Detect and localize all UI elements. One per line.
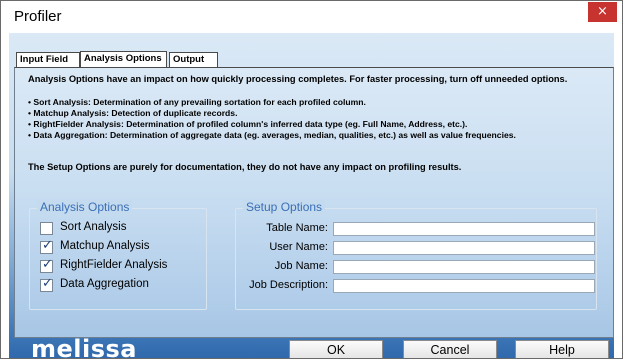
table-name-label: Table Name: [266, 222, 328, 234]
sort-analysis-checkbox[interactable] [40, 222, 53, 235]
analysis-options-group: Analysis Options Sort Analysis ✓ Matchup… [29, 200, 207, 310]
checkbox-label: RightFielder Analysis [60, 259, 168, 271]
setup-options-legend: Setup Options [243, 200, 326, 214]
analysis-options-legend: Analysis Options [37, 200, 133, 214]
title-bar[interactable]: Profiler × [1, 1, 622, 33]
close-icon: × [597, 4, 608, 19]
data-aggregation-checkbox[interactable]: ✓ [40, 276, 53, 292]
bullet-data-aggregation: • Data Aggregation: Determination of agg… [28, 130, 516, 140]
window-title: Profiler [14, 8, 62, 25]
setup-options-group: Setup Options Table Name: User Name: Job… [235, 200, 597, 310]
tab-input-field[interactable]: Input Field [16, 52, 80, 68]
checkmark-icon: ✓ [42, 238, 53, 253]
user-name-input[interactable] [333, 241, 595, 255]
table-name-input[interactable] [333, 222, 595, 236]
job-name-input[interactable] [333, 260, 595, 274]
close-button[interactable]: × [588, 2, 617, 22]
checkmark-icon: ✓ [42, 276, 53, 291]
checkbox-label: Matchup Analysis [60, 240, 150, 252]
melissa-logo: melissa [31, 335, 138, 359]
ok-button[interactable]: OK [289, 340, 383, 358]
user-name-label: User Name: [269, 241, 328, 253]
bullet-matchup-analysis: • Matchup Analysis: Detection of duplica… [28, 108, 238, 118]
cancel-button[interactable]: Cancel [403, 340, 497, 358]
bullet-sort-analysis: • Sort Analysis: Determination of any pr… [28, 97, 366, 107]
profiler-window: Profiler × Input Field Analysis Options … [0, 0, 623, 359]
job-name-label: Job Name: [274, 260, 328, 272]
tab-output[interactable]: Output [169, 52, 218, 68]
matchup-analysis-checkbox[interactable]: ✓ [40, 238, 53, 254]
intro-text: Analysis Options have an impact on how q… [28, 74, 568, 84]
tab-label: Input Field [20, 54, 69, 65]
option-descriptions: • Sort Analysis: Determination of any pr… [28, 97, 516, 141]
bullet-rightfielder-analysis: • RightFielder Analysis: Determination o… [28, 119, 468, 129]
dialog-body: Input Field Analysis Options Output Anal… [9, 33, 614, 359]
checkmark-icon: ✓ [42, 257, 53, 272]
checkbox-label: Sort Analysis [60, 221, 127, 233]
rightfielder-analysis-checkbox[interactable]: ✓ [40, 257, 53, 273]
tab-label: Analysis Options [84, 53, 162, 64]
help-button[interactable]: Help [515, 340, 609, 358]
job-description-label: Job Description: [249, 279, 328, 291]
checkbox-label: Data Aggregation [60, 278, 149, 290]
setup-note: The Setup Options are purely for documen… [28, 162, 462, 172]
tab-label: Output [173, 54, 205, 65]
job-description-input[interactable] [333, 279, 595, 293]
